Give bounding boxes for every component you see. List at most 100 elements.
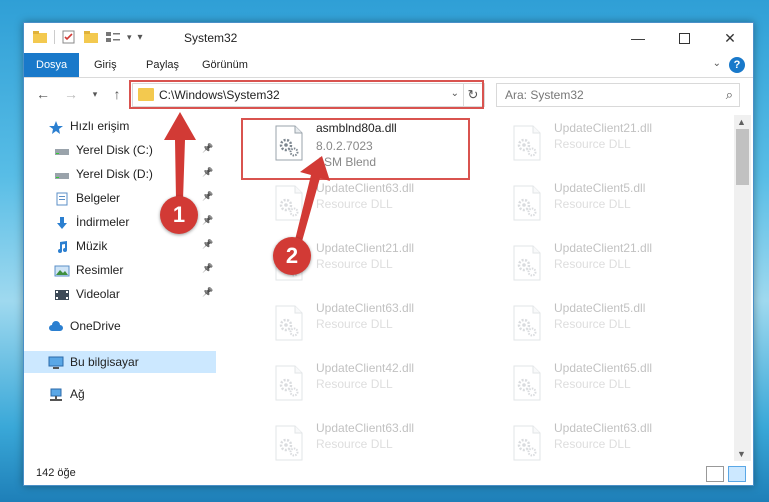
sidebar-item-videolar[interactable]: Videolar — [54, 283, 120, 305]
sidebar-item-label: Müzik — [76, 239, 108, 253]
sidebar-item-label: İndirmeler — [76, 215, 130, 229]
pin-icon[interactable]: 📌 — [202, 191, 213, 202]
folder-icon[interactable] — [32, 30, 48, 44]
dll-file-icon — [512, 425, 542, 461]
large-icons-view-icon[interactable] — [728, 466, 746, 482]
customize-toolbar-icon[interactable]: ▾ — [138, 32, 143, 43]
search-box[interactable]: Ara: System32 ⌕ — [496, 83, 740, 107]
up-button[interactable]: ↑ — [108, 85, 126, 103]
dll-file-icon — [274, 425, 304, 461]
file-name: UpdateClient63.dll — [316, 421, 415, 435]
sidebar-item-label: Yerel Disk (C:) — [76, 143, 153, 157]
expand-ribbon-icon[interactable]: ⌄ — [713, 58, 721, 69]
file-description: Resource DLL — [554, 197, 631, 211]
sidebar-item-yerel-disk-d-[interactable]: Yerel Disk (D:) — [54, 163, 153, 185]
file-item[interactable]: UpdateClient63.dll Resource DLL — [504, 419, 724, 465]
sidebar-item-onedrive[interactable]: OneDrive — [48, 315, 121, 337]
recent-locations-button[interactable]: ▾ — [86, 85, 104, 103]
sidebar-item-label: OneDrive — [70, 319, 121, 333]
vertical-scrollbar[interactable]: ▲ ▼ — [734, 115, 751, 461]
navigation-pane: Hızlı erişim Yerel Disk (C:) 📌 Yerel Disk (… — [24, 115, 216, 465]
file-name: UpdateClient42.dll — [316, 361, 415, 375]
file-item[interactable]: UpdateClient65.dll Resource DLL — [504, 359, 724, 411]
file-item[interactable]: UpdateClient21.dll Resource DLL — [504, 119, 724, 171]
file-name: UpdateClient65.dll — [554, 361, 653, 375]
file-name: UpdateClient5.dll — [554, 181, 646, 195]
window-title: System32 — [184, 31, 238, 45]
file-highlight-box — [241, 118, 470, 180]
sidebar-item-ağ[interactable]: Ağ — [48, 383, 85, 405]
sidebar-item-müzik[interactable]: Müzik — [54, 235, 107, 257]
dll-file-icon — [274, 185, 304, 221]
tab-giris[interactable]: Giriş — [82, 53, 129, 77]
forward-button[interactable]: → — [62, 85, 80, 103]
pin-icon[interactable]: 📌 — [202, 239, 213, 250]
tab-gorunum[interactable]: Görünüm — [190, 53, 260, 77]
file-name: UpdateClient21.dll — [316, 241, 415, 255]
sidebar-item-hızlı-erişim[interactable]: Hızlı erişim — [48, 115, 129, 137]
file-description: Resource DLL — [316, 197, 393, 211]
file-item[interactable]: UpdateClient63.dll Resource DLL — [266, 299, 486, 351]
sidebar-item-label: Videolar — [76, 287, 120, 301]
pin-icon[interactable]: 📌 — [202, 143, 213, 154]
sidebar-item-resimler[interactable]: Resimler — [54, 259, 123, 281]
scroll-down-icon[interactable]: ▼ — [737, 449, 746, 459]
file-item[interactable]: UpdateClient42.dll Resource DLL — [266, 359, 486, 411]
details-view-icon[interactable] — [706, 466, 724, 482]
search-icon[interactable]: ⌕ — [726, 87, 733, 103]
drive-icon — [54, 143, 70, 157]
pin-icon[interactable]: 📌 — [202, 287, 213, 298]
file-description: Resource DLL — [554, 377, 631, 391]
file-name: UpdateClient5.dll — [554, 301, 646, 315]
step-badge-1: 1 — [160, 196, 198, 234]
star-icon — [48, 119, 64, 134]
step-badge-2: 2 — [273, 237, 311, 275]
title-bar: ▾ ▾ System32 — ✕ — [24, 23, 753, 53]
search-input[interactable]: Ara: System32 — [505, 88, 584, 102]
file-name: UpdateClient63.dll — [554, 421, 653, 435]
pin-icon[interactable]: 📌 — [202, 167, 213, 178]
item-count: 142 öğe — [36, 467, 76, 479]
file-description: Resource DLL — [316, 437, 393, 451]
properties-icon[interactable] — [61, 30, 77, 44]
file-item[interactable]: UpdateClient21.dll Resource DLL — [504, 239, 724, 291]
file-item[interactable]: UpdateClient5.dll Resource DLL — [504, 299, 724, 351]
forward-arrow-icon: → — [64, 86, 78, 102]
chevron-down-icon: ▾ — [92, 89, 98, 99]
file-item[interactable]: UpdateClient63.dll Resource DLL — [266, 419, 486, 465]
file-item[interactable]: UpdateClient63.dll Resource DLL — [266, 179, 486, 231]
close-button[interactable]: ✕ — [707, 23, 753, 53]
pin-icon[interactable]: 📌 — [202, 263, 213, 274]
scrollbar-thumb[interactable] — [736, 129, 749, 185]
dll-file-icon — [274, 305, 304, 341]
chevron-down-icon[interactable]: ▾ — [127, 32, 132, 43]
ribbon-tabs: Dosya Giriş Paylaş Görünüm ⌄ ? — [24, 53, 753, 78]
tab-dosya[interactable]: Dosya — [24, 53, 80, 77]
sidebar-item-belgeler[interactable]: Belgeler — [54, 187, 120, 209]
scroll-up-icon[interactable]: ▲ — [737, 117, 746, 127]
help-icon[interactable]: ? — [729, 57, 745, 73]
dll-file-icon — [274, 365, 304, 401]
maximize-button[interactable] — [661, 23, 707, 53]
minimize-button[interactable]: — — [615, 23, 661, 53]
sidebar-item-label: Hızlı erişim — [70, 119, 130, 133]
new-folder-icon[interactable] — [83, 30, 99, 44]
sidebar-item-bu-bilgisayar[interactable]: Bu bilgisayar — [48, 351, 139, 373]
cloud-icon — [48, 319, 64, 333]
close-icon: ✕ — [724, 29, 736, 46]
file-item[interactable]: UpdateClient5.dll Resource DLL — [504, 179, 724, 231]
back-button[interactable]: ← — [34, 85, 52, 103]
file-name: UpdateClient63.dll — [316, 301, 415, 315]
pin-icon[interactable]: 📌 — [202, 215, 213, 226]
sidebar-item-label: Yerel Disk (D:) — [76, 167, 153, 181]
sidebar-item-label: Belgeler — [76, 191, 121, 205]
file-name: UpdateClient21.dll — [554, 241, 653, 255]
back-arrow-icon: ← — [36, 86, 50, 102]
file-description: Resource DLL — [316, 257, 393, 271]
sidebar-item-i-ndirmeler[interactable]: İndirmeler — [54, 211, 129, 233]
view-options-icon[interactable] — [105, 30, 121, 44]
tab-paylas[interactable]: Paylaş — [134, 53, 191, 77]
file-name: UpdateClient63.dll — [316, 181, 415, 195]
sidebar-item-label: Bu bilgisayar — [70, 355, 139, 369]
sidebar-item-yerel-disk-c-[interactable]: Yerel Disk (C:) — [54, 139, 153, 161]
